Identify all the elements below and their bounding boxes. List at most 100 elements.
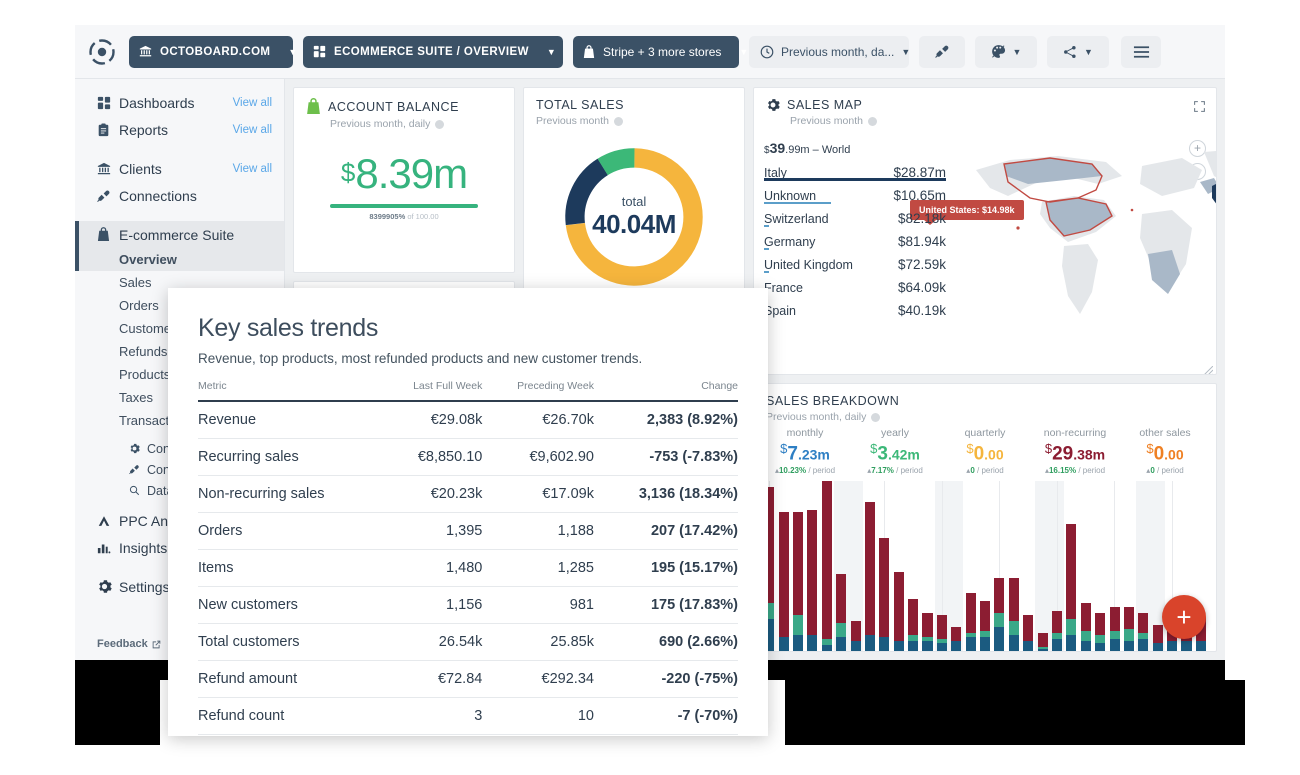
info-icon[interactable] bbox=[871, 412, 881, 422]
cell-last-full-week: 26.54k bbox=[381, 623, 483, 661]
table-row: Non-recurring sales €20.23k €17.09k 3,136 (… bbox=[198, 475, 738, 513]
chart-bar-group[interactable] bbox=[1050, 481, 1064, 651]
dashboard-label: ECOMMERCE SUITE / OVERVIEW bbox=[334, 45, 529, 58]
map-row-france[interactable]: France $64.09k bbox=[764, 272, 946, 296]
chart-bar-segment bbox=[1167, 641, 1178, 651]
chart-bar-group[interactable] bbox=[1007, 481, 1021, 651]
chart-bar bbox=[1080, 602, 1091, 651]
view-all-reports[interactable]: View all bbox=[233, 124, 272, 136]
chart-bar-segment bbox=[879, 637, 890, 651]
sales-map-subtitle: Previous month bbox=[790, 115, 863, 127]
octoboard-logo-icon[interactable] bbox=[87, 37, 117, 67]
chart-bar-group[interactable] bbox=[992, 481, 1006, 651]
date-range-selector[interactable]: Previous month, da... ▼ bbox=[749, 35, 910, 68]
country-value: $64.09k bbox=[897, 280, 946, 295]
chart-bar-segment bbox=[1123, 641, 1134, 651]
chart-bar-group[interactable] bbox=[1151, 481, 1165, 651]
feedback-label: Feedback bbox=[97, 638, 148, 650]
metric-value: $3.42m bbox=[850, 441, 940, 465]
resize-handle[interactable] bbox=[1204, 362, 1214, 374]
chart-bar-group[interactable] bbox=[1035, 481, 1049, 651]
donut-subtitle: Previous month bbox=[536, 115, 609, 127]
feedback-link[interactable]: Feedback bbox=[97, 638, 161, 650]
chart-bar-group[interactable] bbox=[1079, 481, 1093, 651]
chart-bar-group[interactable] bbox=[892, 481, 906, 651]
chart-bar-group[interactable] bbox=[949, 481, 963, 651]
palette-icon bbox=[991, 44, 1006, 59]
account-balance-card[interactable]: ACCOUNT BALANCE Previous month, daily $8… bbox=[293, 87, 515, 273]
account-balance-progress-bar bbox=[330, 204, 478, 208]
chart-bar-group[interactable] bbox=[805, 481, 819, 651]
sidebar-subitem-overview[interactable]: Overview bbox=[75, 248, 284, 271]
country-name: Germany bbox=[764, 235, 816, 249]
chart-bar-group[interactable] bbox=[863, 481, 877, 651]
info-icon[interactable] bbox=[435, 119, 445, 129]
chart-bar-group[interactable] bbox=[1064, 481, 1078, 651]
sidebar-item-dashboards[interactable]: Dashboards View all bbox=[75, 89, 284, 116]
chart-bar-group[interactable] bbox=[848, 481, 862, 651]
map-row-italy[interactable]: Italy $28.87m bbox=[764, 158, 946, 181]
table-row: Total customers 26.54k 25.85k 690 (2.66%) bbox=[198, 623, 738, 661]
sales-breakdown-title: SALES BREAKDOWN bbox=[766, 394, 900, 408]
sidebar-label: Insights bbox=[119, 539, 168, 556]
datasource-selector[interactable]: Stripe + 3 more stores ▼ bbox=[573, 35, 748, 68]
workspace-selector[interactable]: OCTOBOARD.COM ▼ bbox=[129, 35, 297, 68]
country-name: Switzerland bbox=[764, 212, 829, 226]
sales-breakdown-card[interactable]: SALES BREAKDOWN Previous month, daily mo… bbox=[753, 383, 1217, 652]
expand-icon[interactable] bbox=[1193, 100, 1206, 118]
menu-button[interactable] bbox=[1121, 35, 1161, 68]
sales-breakdown-title-row: SALES BREAKDOWN bbox=[766, 394, 1204, 408]
chart-bar bbox=[965, 592, 976, 651]
map-row-switzerland[interactable]: Switzerland $82.18k bbox=[764, 203, 946, 227]
chart-bar-segment bbox=[1008, 635, 1019, 651]
chart-bar-group[interactable] bbox=[834, 481, 848, 651]
chart-bar-segment bbox=[1123, 629, 1134, 642]
chart-bar-group[interactable] bbox=[1122, 481, 1136, 651]
sidebar-item-connections[interactable]: Connections bbox=[75, 182, 284, 209]
add-widget-fab[interactable]: + bbox=[1162, 595, 1206, 639]
chart-bar-group[interactable] bbox=[1021, 481, 1035, 651]
map-row-spain[interactable]: Spain $40.19k bbox=[764, 295, 946, 319]
cell-change: 3,136 (18.34%) bbox=[593, 475, 738, 513]
chart-bar-group[interactable] bbox=[935, 481, 949, 651]
world-map-svg[interactable] bbox=[946, 124, 1217, 349]
sales-breakdown-chart[interactable] bbox=[762, 481, 1208, 651]
chart-bar-group[interactable] bbox=[1093, 481, 1107, 651]
info-icon[interactable] bbox=[867, 116, 877, 126]
sidebar-item-ecommerce-suite[interactable]: E-commerce Suite bbox=[75, 221, 284, 248]
connect-button[interactable] bbox=[919, 35, 965, 68]
chart-bar bbox=[1095, 612, 1106, 651]
metric-minor: .42m bbox=[887, 446, 920, 463]
dashboard-selector[interactable]: ECOMMERCE SUITE / OVERVIEW ▼ bbox=[303, 35, 563, 68]
map-row-unknown[interactable]: Unknown $10.65m bbox=[764, 180, 946, 204]
chart-bar-group[interactable] bbox=[820, 481, 834, 651]
chart-bar-group[interactable] bbox=[1136, 481, 1150, 651]
view-all-dashboards[interactable]: View all bbox=[233, 97, 272, 109]
info-icon[interactable] bbox=[613, 116, 623, 126]
chart-bar-group[interactable] bbox=[906, 481, 920, 651]
chart-bar-segment bbox=[1023, 641, 1034, 651]
view-all-clients[interactable]: View all bbox=[233, 163, 272, 175]
chart-bar-group[interactable] bbox=[877, 481, 891, 651]
chart-bar-group[interactable] bbox=[1107, 481, 1121, 651]
theme-button[interactable]: ▼ bbox=[975, 35, 1037, 68]
chart-bar-segment bbox=[994, 627, 1005, 651]
modal-title: Key sales trends bbox=[198, 314, 379, 342]
chart-bar-segment bbox=[994, 612, 1005, 628]
chart-bar-group[interactable] bbox=[963, 481, 977, 651]
sidebar-item-reports[interactable]: Reports View all bbox=[75, 116, 284, 143]
chart-bar-group[interactable] bbox=[920, 481, 934, 651]
chart-bar-group[interactable] bbox=[776, 481, 790, 651]
account-balance-value: 8.39m bbox=[355, 150, 468, 197]
cell-metric: New customers bbox=[198, 586, 382, 624]
chart-bar-group[interactable] bbox=[791, 481, 805, 651]
map-row-united-kingdom[interactable]: United Kingdom $72.59k bbox=[764, 249, 946, 273]
sidebar-item-clients[interactable]: Clients View all bbox=[75, 155, 284, 182]
cell-preceding-week: 10 bbox=[482, 697, 594, 735]
key-sales-trends-modal[interactable]: Key sales trends Revenue, top products, … bbox=[168, 288, 768, 736]
map-row-germany[interactable]: Germany $81.94k bbox=[764, 226, 946, 250]
sales-map-card[interactable]: SALES MAP Previous month + United States… bbox=[753, 87, 1217, 375]
share-button[interactable]: ▼ bbox=[1047, 35, 1109, 68]
chart-bar-group[interactable] bbox=[978, 481, 992, 651]
chart-bar-segment bbox=[1066, 635, 1077, 651]
